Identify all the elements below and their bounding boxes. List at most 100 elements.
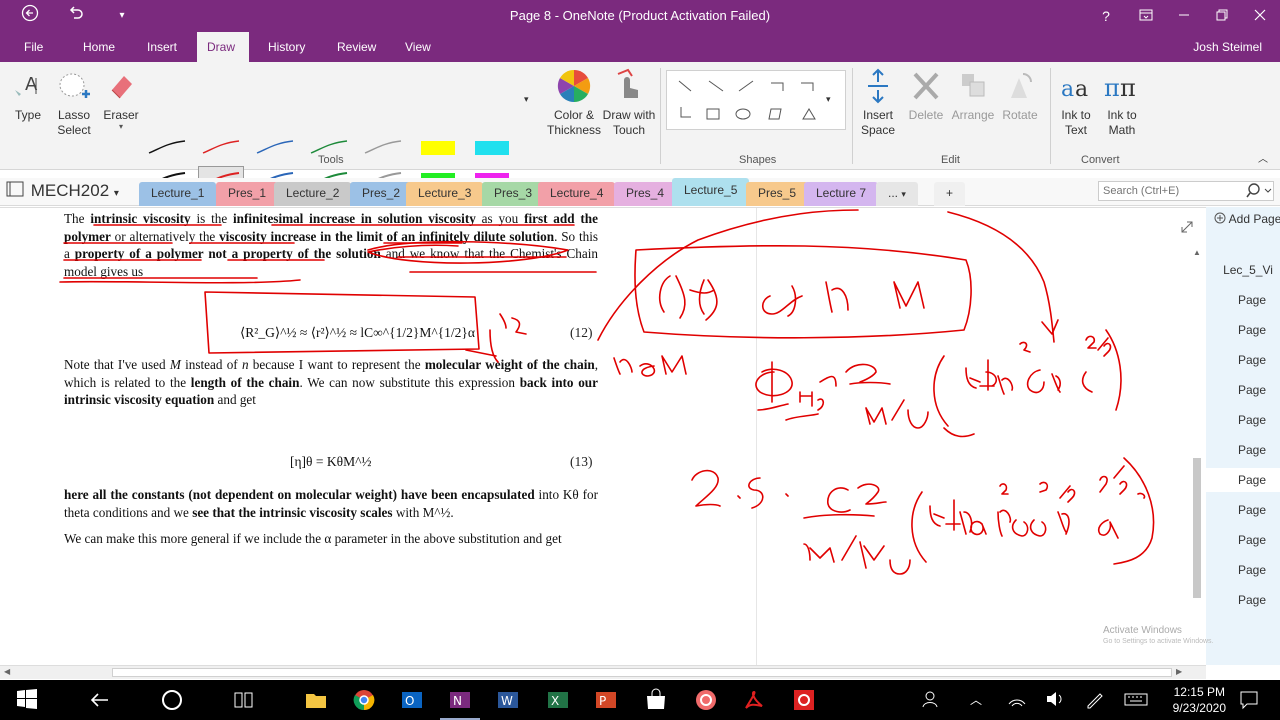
vertical-scrollbar[interactable]: ▲ [1190,248,1204,604]
notebook-selector[interactable]: MECH202 ▾ [6,180,119,201]
draw-touch-label: Draw with Touch [602,108,656,137]
arrange-button[interactable]: Arrange [950,68,996,122]
eraser-button[interactable]: Eraser ▾ [100,70,142,131]
search-icon[interactable] [1246,182,1272,203]
tab-section-pres-4[interactable]: Pres_4 [614,182,677,206]
shapes-icons[interactable] [667,71,847,129]
onenote-icon[interactable]: N [448,688,472,712]
rotate-label: Rotate [1002,108,1038,122]
more-sections-label: ... [888,186,899,200]
file-explorer-icon[interactable] [304,688,328,712]
pen-red-1[interactable] [198,134,244,160]
page-item[interactable]: Page [1206,318,1280,342]
excel-icon[interactable]: X [546,688,570,712]
notifications-icon[interactable] [1238,688,1262,712]
tab-section-lecture-4[interactable]: Lecture_4 [538,182,616,206]
page-item[interactable]: Page [1206,408,1280,432]
page-item[interactable]: Page [1206,438,1280,462]
keyboard-icon[interactable] [1124,688,1148,712]
people-icon[interactable] [920,688,944,712]
tab-section-pres-5[interactable]: Pres_5 [746,182,809,206]
tab-insert[interactable]: Insert [137,32,187,62]
expand-icon[interactable] [1180,220,1194,237]
tab-section-more[interactable]: ... ▾ [876,182,918,206]
back-arrow-icon[interactable] [88,688,112,712]
scroll-thumb[interactable] [1193,458,1201,598]
pen-gray-1[interactable] [360,134,406,160]
system-clock[interactable]: 12:15 PM 9/23/2020 [1173,684,1226,716]
tab-view[interactable]: View [395,32,441,62]
store-icon[interactable] [644,688,668,712]
shapes-more-icon[interactable]: ▾ [826,94,831,105]
page-item[interactable]: Page [1206,558,1280,582]
add-page-button[interactable]: Add Page [1214,212,1280,226]
scroll-thumb-horizontal[interactable] [112,668,1172,677]
tab-history[interactable]: History [258,32,315,62]
tab-section-pres-1[interactable]: Pres_1 [216,182,279,206]
volume-icon[interactable] [1044,688,1068,712]
tab-section-lecture-2[interactable]: Lecture_2 [274,182,352,206]
restore-icon[interactable] [1210,4,1234,28]
page-canvas[interactable]: The intrinsic viscosity is the infinites… [0,207,1206,666]
windows-start-icon[interactable] [16,688,40,712]
ink-to-text-button[interactable]: aa Ink to Text [1054,68,1098,138]
page-item[interactable]: Page [1206,588,1280,612]
chevron-up-icon[interactable]: ︿ [964,688,988,712]
ink-to-math-button[interactable]: ππ Ink to Math [1100,68,1144,138]
ribbon: A Type Lasso Select Eraser ▾ ▾ Color & T… [0,62,1280,192]
page-item-selected[interactable]: Page [1206,468,1280,492]
scroll-left-icon[interactable]: ◀ [4,667,10,676]
type-button[interactable]: A Type [8,70,48,122]
rotate-button[interactable]: Rotate [998,68,1042,122]
close-icon[interactable] [1248,4,1272,28]
tab-section-lecture-3[interactable]: Lecture_3 [406,182,484,206]
page-item[interactable]: Page [1206,528,1280,552]
page-item[interactable]: Page [1206,498,1280,522]
add-section-button[interactable]: + [934,182,966,206]
lasso-select-button[interactable]: Lasso Select [52,70,96,138]
draw-with-touch-button[interactable]: Draw with Touch [602,68,656,138]
arrange-label: Arrange [951,108,995,122]
scroll-right-icon[interactable]: ▶ [1176,667,1182,676]
page-item[interactable]: Page [1206,378,1280,402]
highlighter-cyan[interactable] [468,134,514,160]
delete-button[interactable]: Delete [904,68,948,122]
pen-gallery-more-icon[interactable]: ▾ [524,94,529,105]
app-gear-icon[interactable] [792,688,816,712]
page-item[interactable]: Page [1206,348,1280,372]
tab-section-pres-2[interactable]: Pres_2 [350,182,413,206]
page-item[interactable]: Lec_5_Vi [1206,258,1280,282]
tab-section-lecture-5[interactable]: Lecture_5 [672,178,750,206]
tab-section-lecture-7[interactable]: Lecture 7 [804,182,879,206]
tab-review[interactable]: Review [327,32,386,62]
task-view-icon[interactable] [232,688,256,712]
minimize-icon[interactable] [1172,4,1196,28]
acrobat-icon[interactable] [742,688,766,712]
scroll-up-icon[interactable]: ▲ [1190,248,1204,257]
ribbon-display-icon[interactable] [1134,4,1158,28]
pen-icon[interactable] [1084,688,1108,712]
collapse-ribbon-icon[interactable]: ︿ [1258,150,1268,165]
insert-space-button[interactable]: Insert Space [856,68,900,138]
tab-section-lecture-1[interactable]: Lecture_1 [139,182,217,206]
page-item[interactable]: Page [1206,288,1280,312]
powerpoint-icon[interactable]: P [594,688,618,712]
help-icon[interactable]: ? [1094,4,1118,28]
pen-blue-1[interactable] [252,134,298,160]
type-label: Type [14,108,41,122]
tab-home[interactable]: Home [73,32,125,62]
tab-section-pres-3[interactable]: Pres_3 [482,182,545,206]
cortana-icon[interactable] [160,688,184,712]
horizontal-scrollbar[interactable]: ◀ ▶ [0,665,1206,679]
wifi-icon[interactable] [1006,688,1030,712]
tab-draw[interactable]: Draw [197,32,249,62]
chrome-icon[interactable] [352,688,376,712]
tab-file[interactable]: File [14,32,53,62]
pen-black-1[interactable] [144,134,190,160]
user-name[interactable]: Josh Steimel [1193,32,1262,62]
outlook-icon[interactable]: O [400,688,424,712]
color-thickness-button[interactable]: Color & Thickness [546,68,602,138]
word-icon[interactable]: W [496,688,520,712]
highlighter-yellow[interactable] [414,134,460,160]
app-circle-icon[interactable] [694,688,718,712]
